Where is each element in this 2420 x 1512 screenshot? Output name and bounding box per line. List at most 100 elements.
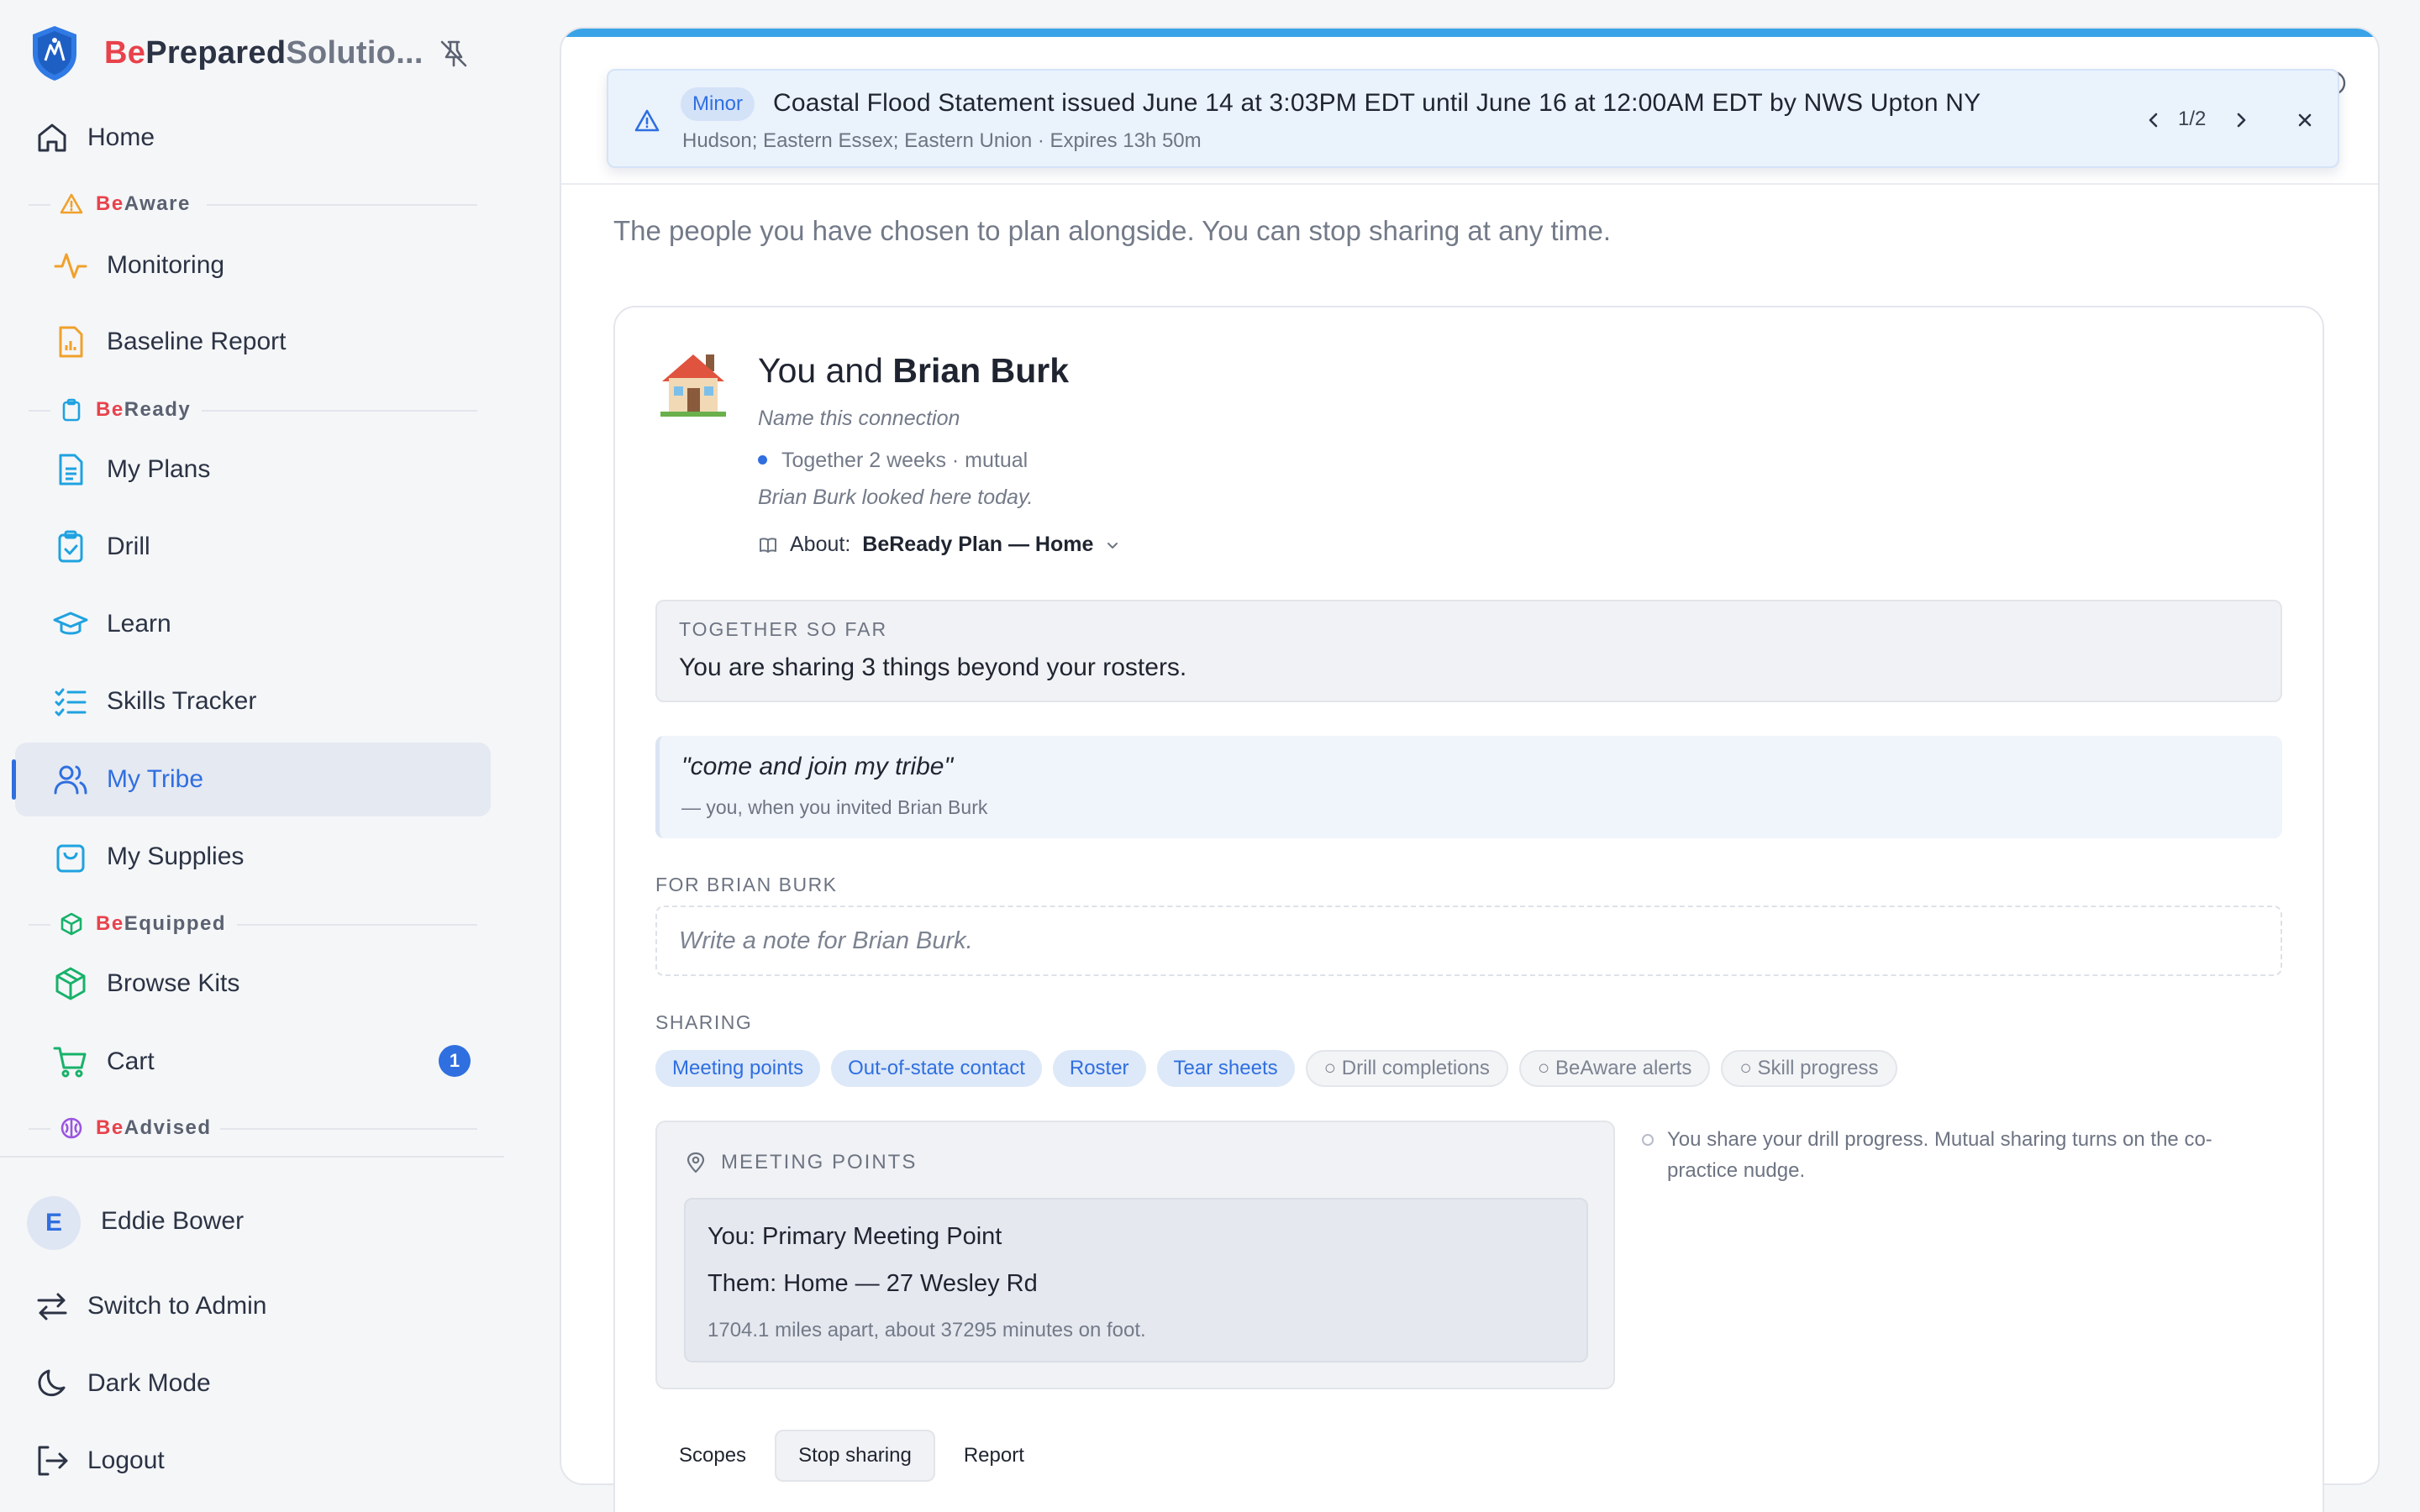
logout-button[interactable]: Logout	[15, 1424, 491, 1498]
activity-icon	[54, 253, 87, 279]
user-name[interactable]: Eddie Bower	[101, 1207, 244, 1236]
note-input[interactable]	[655, 906, 2282, 976]
name-connection-link[interactable]: Name this connection	[758, 407, 960, 431]
nav-learn[interactable]: Learn	[15, 587, 491, 661]
warning-icon	[634, 109, 660, 132]
section-beadvised: Be Advised	[59, 1116, 212, 1141]
sidebar-divider	[0, 1156, 504, 1158]
close-icon[interactable]	[2292, 108, 2317, 133]
section-beequipped: Be Equipped	[59, 911, 226, 937]
together-so-far-text: You are sharing 3 things beyond your ros…	[679, 654, 1187, 681]
shield-logo-icon	[33, 26, 76, 81]
section-divider	[220, 1128, 477, 1130]
nav-monitoring[interactable]: Monitoring	[15, 228, 491, 302]
users-icon	[54, 765, 87, 795]
nav-my-tribe[interactable]: My Tribe	[12, 743, 491, 816]
shopping-cart-icon	[53, 1047, 87, 1078]
nav-browse-kits-label: Browse Kits	[107, 969, 240, 997]
logout-label: Logout	[87, 1446, 165, 1474]
your-meeting-point: You: Primary Meeting Point	[708, 1223, 1002, 1250]
map-pin-icon	[687, 1152, 705, 1173]
nav-drill[interactable]: Drill	[15, 510, 491, 584]
meeting-points-heading: MEETING POINTS	[721, 1151, 918, 1173]
chip-out-of-state-contact[interactable]: Out-of-state contact	[831, 1050, 1042, 1087]
switch-to-admin-label: Switch to Admin	[87, 1292, 267, 1320]
nav-browse-kits[interactable]: Browse Kits	[15, 947, 491, 1021]
top-accent-bar	[561, 29, 2378, 37]
nav-my-plans-label: My Plans	[107, 455, 211, 483]
quote-text: "come and join my tribe"	[681, 753, 954, 780]
circle-icon	[1642, 1134, 1654, 1146]
moon-icon	[38, 1369, 66, 1397]
nav-my-plans[interactable]: My Plans	[15, 433, 491, 507]
note-heading: FOR BRIAN BURK	[655, 874, 838, 895]
graduation-cap-icon	[53, 612, 88, 635]
chip-drill-completions[interactable]: ○ Drill completions	[1305, 1050, 1508, 1087]
chip-skill-progress[interactable]: ○ Skill progress	[1721, 1050, 1897, 1087]
brand[interactable]: BePreparedSolutio...	[29, 24, 424, 82]
clipboard-check-icon	[58, 530, 83, 563]
together-so-far-panel: TOGETHER SO FAR You are sharing 3 things…	[655, 600, 2282, 702]
unpin-icon[interactable]	[437, 37, 471, 71]
about-plan-selector[interactable]: About: BeReady Plan — Home	[758, 533, 1122, 557]
weather-alert-banner[interactable]: Minor Coastal Flood Statement issued Jun…	[607, 69, 2339, 168]
connection-title: You and Brian Burk	[758, 351, 1069, 390]
connection-actions: Scopes Stop sharing Report	[655, 1430, 1048, 1482]
chevron-down-icon	[1107, 542, 1118, 549]
report-chart-icon	[59, 326, 83, 358]
meeting-points-card: MEETING POINTS You: Primary Meeting Poin…	[655, 1121, 1615, 1389]
section-divider	[29, 1128, 50, 1130]
box-icon	[60, 912, 82, 936]
nav-cart-label: Cart	[107, 1047, 155, 1075]
nav-home-label: Home	[87, 123, 155, 151]
nav-home[interactable]: Home	[15, 101, 491, 175]
status-dot	[758, 455, 767, 465]
nav-cart[interactable]: Cart	[15, 1025, 491, 1099]
chevron-left-icon[interactable]	[2141, 108, 2166, 133]
brand-name: BePreparedSolutio...	[104, 34, 424, 71]
section-divider	[237, 924, 477, 926]
section-divider	[29, 410, 50, 412]
chip-tear-sheets[interactable]: Tear sheets	[1156, 1050, 1295, 1087]
alert-subtitle: Hudson; Eastern Essex; Eastern Union · E…	[682, 129, 1202, 152]
last-seen-text: Brian Burk looked here today.	[758, 486, 1034, 509]
invitation-quote: "come and join my tribe" — you, when you…	[655, 736, 2282, 838]
dark-mode-toggle[interactable]: Dark Mode	[15, 1347, 491, 1420]
severity-badge: Minor	[681, 87, 755, 121]
meeting-distance: 1704.1 miles apart, about 37295 minutes …	[708, 1319, 1146, 1341]
chevron-right-icon[interactable]	[2228, 108, 2254, 133]
home-icon	[38, 123, 66, 152]
book-icon	[760, 537, 776, 553]
about-value: BeReady Plan — Home	[862, 533, 1094, 556]
page-intro: The people you have chosen to plan along…	[613, 215, 1612, 246]
their-meeting-point: Them: Home — 27 Wesley Rd	[708, 1270, 1038, 1297]
chip-meeting-points[interactable]: Meeting points	[655, 1050, 821, 1087]
alert-pager: 1/2	[2178, 108, 2207, 130]
sharing-heading: SHARING	[655, 1011, 753, 1033]
nav-skills-tracker[interactable]: Skills Tracker	[15, 664, 491, 738]
shopping-bag-icon	[56, 844, 85, 873]
nav-baseline-report[interactable]: Baseline Report	[15, 305, 491, 379]
nav-learn-label: Learn	[107, 610, 171, 638]
tab-scopes[interactable]: Scopes	[655, 1430, 770, 1482]
chip-beaware-alerts[interactable]: ○ BeAware alerts	[1518, 1050, 1711, 1087]
switch-to-admin-button[interactable]: Switch to Admin	[15, 1269, 491, 1343]
checklist-icon	[55, 688, 87, 717]
package-icon	[55, 967, 86, 1000]
switch-arrows-icon	[37, 1293, 67, 1320]
clipboard-icon	[62, 398, 81, 422]
section-divider	[202, 410, 477, 412]
nav-my-supplies[interactable]: My Supplies	[15, 820, 491, 894]
tab-stop-sharing[interactable]: Stop sharing	[775, 1430, 935, 1482]
dark-mode-label: Dark Mode	[87, 1369, 211, 1397]
chip-roster[interactable]: Roster	[1052, 1050, 1146, 1087]
about-label: About:	[790, 533, 851, 556]
connection-duration: Together 2 weeks · mutual	[781, 449, 1028, 472]
section-beaware: Be Aware	[59, 192, 191, 217]
avatar[interactable]: E	[27, 1196, 81, 1250]
nav-monitoring-label: Monitoring	[107, 251, 225, 279]
sidebar: BePreparedSolutio... Home Be Aware Monito…	[0, 0, 504, 1512]
tab-report[interactable]: Report	[940, 1430, 1048, 1482]
nav-skills-tracker-label: Skills Tracker	[107, 687, 257, 715]
section-beready: Be Ready	[59, 397, 191, 423]
